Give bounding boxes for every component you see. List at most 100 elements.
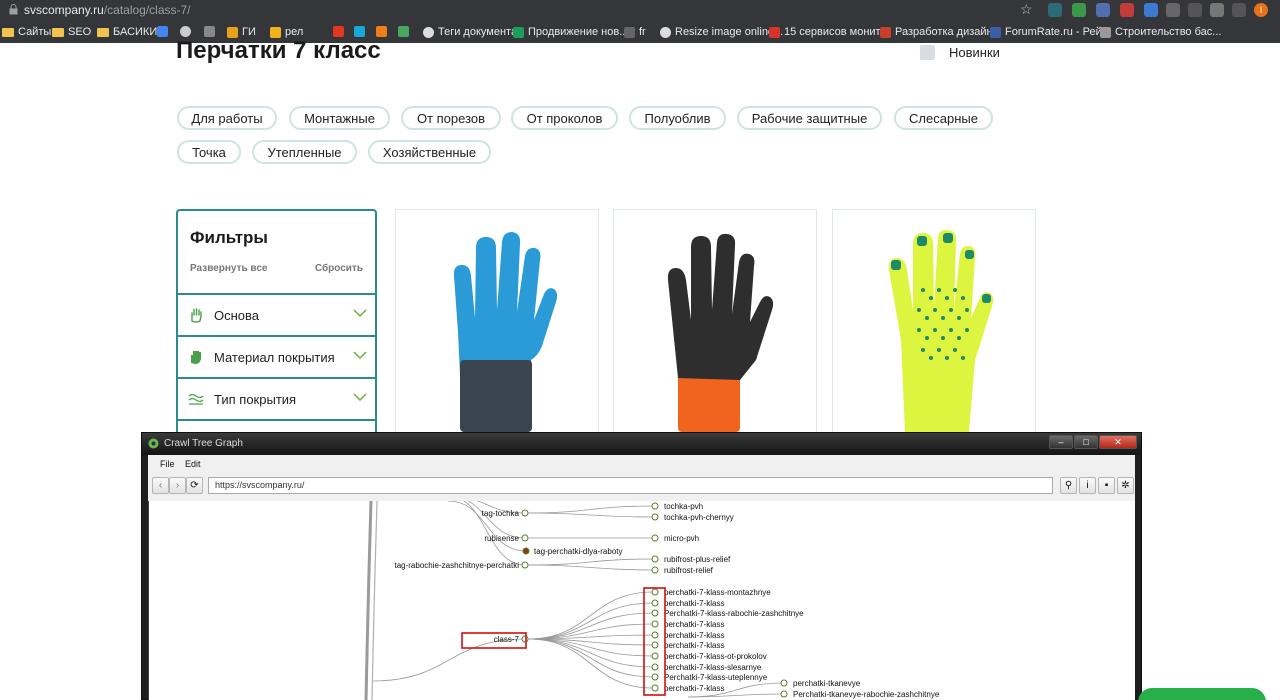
tree-node-label[interactable]: Perchatki-7-klass-rabochie-zashchitnye: [664, 609, 804, 618]
bookmark-star-icon[interactable]: ☆: [1020, 1, 1033, 18]
playlist-icon[interactable]: [1232, 3, 1246, 17]
bookmark-spark[interactable]: [333, 26, 344, 37]
filter-row-coating-type[interactable]: Тип покрытия: [178, 377, 375, 419]
tag-chip[interactable]: Утепленные: [252, 140, 357, 164]
focus-node-label[interactable]: class-7: [494, 635, 520, 644]
search-button[interactable]: ⚲: [1060, 477, 1077, 494]
tree-node[interactable]: [651, 588, 659, 596]
tree-node[interactable]: [780, 690, 788, 698]
tree-node-label[interactable]: perchatki-7-klass: [664, 599, 724, 608]
chat-widget-button[interactable]: [1138, 688, 1266, 700]
bookmark-fr[interactable]: fr: [624, 26, 646, 38]
product-card[interactable]: [395, 209, 599, 439]
extension-icon[interactable]: [1120, 3, 1134, 17]
browser-address-bar[interactable]: svscompany.ru/catalog/class-7/ ☆ I: [0, 0, 1280, 21]
tree-node[interactable]: [521, 635, 529, 643]
bookmark-forumrate[interactable]: ForumRate.ru - Рей...: [990, 26, 1111, 38]
tag-chip[interactable]: Для работы: [177, 106, 277, 130]
product-card[interactable]: [613, 209, 817, 439]
filter-row-osnova[interactable]: Основа: [178, 293, 375, 335]
tree-node-label[interactable]: Perchatki-tkanevye-rabochie-zashchitnye: [793, 690, 940, 699]
tree-node[interactable]: [651, 609, 659, 617]
bookmark-basiki[interactable]: БАСИКИ: [97, 26, 157, 38]
window-titlebar[interactable]: Crawl Tree Graph – □ ✕: [142, 433, 1141, 455]
extension-icon[interactable]: [1048, 3, 1062, 17]
tree-node-label[interactable]: Perchatki-7-klass-uteplennye: [664, 673, 768, 682]
novinki-filter[interactable]: Новинки: [920, 45, 1000, 60]
tree-node[interactable]: [521, 534, 529, 542]
tag-chip[interactable]: Хозяйственные: [368, 140, 491, 164]
bookmark-razrabotka[interactable]: Разработка дизайн...: [880, 26, 1002, 38]
address-input[interactable]: https://svscompany.ru/: [208, 477, 1053, 494]
puzzle-icon[interactable]: [1210, 3, 1224, 17]
tree-node-label[interactable]: tochka-pvh: [664, 502, 703, 511]
extension-icon[interactable]: [1166, 3, 1180, 17]
tree-node[interactable]: [651, 673, 659, 681]
back-button[interactable]: ‹: [152, 477, 169, 494]
filter-row-material[interactable]: Материал покрытия: [178, 335, 375, 377]
tag-chip[interactable]: От проколов: [511, 106, 618, 130]
bookmark-prodvizhenie[interactable]: Продвижение нов...: [513, 26, 628, 38]
tree-node-label[interactable]: perchatki-7-klass: [664, 684, 724, 693]
tree-node-label[interactable]: tag-perchatki-dlya-raboty: [534, 547, 622, 556]
bookmark-stroitelstvo[interactable]: Строительство бас...: [1100, 26, 1221, 38]
tree-node[interactable]: [651, 652, 659, 660]
tree-node[interactable]: [651, 555, 659, 563]
bookmark-signal[interactable]: [204, 26, 215, 37]
bookmark-bolt[interactable]: [376, 26, 387, 37]
tag-chip[interactable]: От порезов: [401, 106, 501, 130]
bookmark-check[interactable]: [398, 26, 409, 37]
tree-node-label[interactable]: perchatki-7-klass-montazhnye: [664, 588, 771, 597]
info-button[interactable]: i: [1079, 477, 1096, 494]
extension-icon[interactable]: [1072, 3, 1086, 17]
tag-chip[interactable]: Точка: [177, 140, 241, 164]
tree-node-label[interactable]: rubisense: [484, 534, 519, 543]
profile-avatar[interactable]: I: [1254, 3, 1268, 17]
tree-node[interactable]: [651, 502, 659, 510]
tree-node[interactable]: [651, 599, 659, 607]
tree-node[interactable]: [651, 534, 659, 542]
settings-button[interactable]: ✲: [1117, 477, 1134, 494]
tree-node-label[interactable]: micro-pvh: [664, 534, 699, 543]
menu-file[interactable]: File: [160, 459, 175, 469]
product-card[interactable]: [832, 209, 1036, 439]
tree-graph-canvas[interactable]: tag-tochka tochka-pvh tochka-pvh-chernyy ru…: [148, 501, 1135, 700]
tree-node-label[interactable]: tag-tochka: [482, 509, 520, 518]
tree-node-label[interactable]: perchatki-7-klass: [664, 641, 724, 650]
tag-chip[interactable]: Полуоблив: [629, 106, 726, 130]
bookmark-seo[interactable]: SEO: [52, 26, 91, 38]
extension-icon[interactable]: [1188, 3, 1202, 17]
close-button[interactable]: ✕: [1099, 435, 1137, 449]
reset-filters-link[interactable]: Сбросить: [315, 263, 363, 274]
expand-all-link[interactable]: Развернуть все: [190, 263, 267, 274]
bookmark-globe[interactable]: [180, 26, 191, 37]
bookmark-15-servisov[interactable]: 15 сервисов монит...: [769, 26, 889, 38]
menu-edit[interactable]: Edit: [185, 459, 201, 469]
maximize-button[interactable]: □: [1074, 435, 1098, 449]
extension-icon[interactable]: [1096, 3, 1110, 17]
bookmark-sites[interactable]: Сайты: [2, 26, 51, 38]
tree-node-label[interactable]: rubifrost-relief: [664, 566, 714, 575]
tree-node[interactable]: [651, 663, 659, 671]
tree-node[interactable]: [521, 509, 529, 517]
novinki-checkbox[interactable]: [920, 45, 935, 60]
tree-node[interactable]: [521, 561, 529, 569]
tree-node-label[interactable]: rubifrost-plus-relief: [664, 555, 731, 564]
tree-node[interactable]: [651, 566, 659, 574]
minimize-button[interactable]: –: [1049, 435, 1073, 449]
bookmark-resize[interactable]: Resize image online...: [660, 26, 783, 38]
tree-node-label[interactable]: tag-rabochie-zashchitnye-perchatki: [394, 561, 519, 570]
refresh-button[interactable]: ⟳: [186, 477, 203, 494]
tag-chip[interactable]: Слесарные: [894, 106, 993, 130]
tree-node-label[interactable]: perchatki-7-klass-ot-prokolov: [664, 652, 767, 661]
tree-node[interactable]: [651, 684, 659, 692]
tree-node[interactable]: [780, 679, 788, 687]
tree-node-label[interactable]: perchatki-7-klass-slesarnye: [664, 663, 762, 672]
save-button[interactable]: ▪: [1098, 477, 1115, 494]
tree-node[interactable]: [522, 547, 530, 555]
tree-node-label[interactable]: tochka-pvh-chernyy: [664, 513, 734, 522]
page-url[interactable]: svscompany.ru/catalog/class-7/: [24, 3, 191, 17]
tree-node-label[interactable]: perchatki-tkanevye: [793, 679, 861, 688]
tree-node-label[interactable]: perchatki-7-klass: [664, 620, 724, 629]
tree-node[interactable]: [651, 631, 659, 639]
